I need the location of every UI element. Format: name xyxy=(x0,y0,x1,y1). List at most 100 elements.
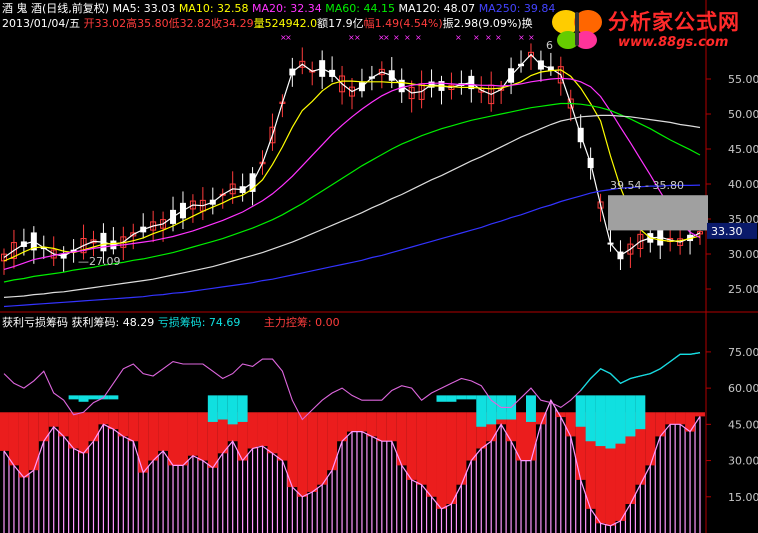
loss-chip-bar xyxy=(88,395,99,400)
profit-below-bar xyxy=(197,412,208,461)
profit-below-bar xyxy=(645,412,656,466)
loss-chip-bar xyxy=(456,395,467,400)
loss-chip-bar xyxy=(466,395,477,400)
loss-chip-bar xyxy=(436,395,447,402)
profit-below-bar xyxy=(108,412,119,430)
ma60-label: MA60: 44.15 xyxy=(325,2,395,15)
loss-chip-bar xyxy=(68,395,79,400)
chip-range-label: 39.54 - 35.80 xyxy=(610,179,684,192)
high-label: 高35.80 xyxy=(126,17,169,30)
profit-below-bar xyxy=(456,412,467,485)
profit-below-bar xyxy=(466,412,477,461)
signal-marker: × xyxy=(473,33,480,42)
chart-canvas[interactable]: 25.0030.0035.0040.0045.0050.0055.00×× × × ×… xyxy=(0,0,758,533)
control-chips-label: 主力控筹: 0.00 xyxy=(263,316,340,329)
ma120-label: MA120: 48.07 xyxy=(398,2,476,15)
loss-chip-bar xyxy=(635,395,646,430)
loss-chip-bar xyxy=(625,395,636,437)
period-label: (日线,前复权) xyxy=(42,2,110,15)
profit-below-bar xyxy=(695,412,705,417)
signal-marker: × xyxy=(285,33,292,42)
loss-chips-label: 亏损筹码: 74.69 xyxy=(157,316,241,329)
loss-chip-bar xyxy=(446,395,457,402)
indicator-axis-tick-label: 15.00 xyxy=(728,491,758,504)
low-price-annotation: —27.09 xyxy=(78,255,121,268)
profit-below-bar xyxy=(168,412,178,466)
loss-chip-bar xyxy=(217,395,228,420)
loss-chip-bar xyxy=(207,395,218,422)
loss-chip-bar xyxy=(575,395,586,427)
profit-below-bar xyxy=(446,412,457,505)
signal-marker: × xyxy=(495,33,502,42)
profit-below-bar xyxy=(247,412,258,449)
profit-below-bar xyxy=(277,412,288,461)
signal-marker: × xyxy=(383,33,390,42)
indicator-axis-tick-label: 60.00 xyxy=(728,382,758,395)
open-label: 开33.02 xyxy=(83,17,127,30)
profit-below-bar xyxy=(158,412,169,451)
profit-below-bar xyxy=(187,412,198,456)
logo-url: www.88gs.com xyxy=(618,35,729,50)
profit-below-bar xyxy=(8,412,19,466)
profit-below-bar xyxy=(565,412,576,437)
logo-title: 分析家公式网 xyxy=(608,10,740,34)
profit-below-bar xyxy=(287,412,298,488)
date-label: 2013/01/04/五 xyxy=(2,17,81,30)
profit-below-bar xyxy=(386,412,397,442)
indicator-header: 获利亏损筹码 获利筹码: 48.29 亏损筹码: 74.69 主力控筹: 0.0… xyxy=(2,316,340,329)
signal-marker: × xyxy=(485,33,492,42)
signal-marker: × xyxy=(354,33,361,42)
stock-name: 酒 鬼 酒 xyxy=(2,2,42,15)
low-label: 低32.82 xyxy=(168,17,212,30)
price-axis-tick-label: 50.00 xyxy=(728,108,758,121)
amplitude-label: 振2.98(9.09%) xyxy=(442,17,522,30)
amount-label: 额17.9亿 xyxy=(317,17,364,30)
loss-chip-bar xyxy=(526,395,536,422)
profit-below-bar xyxy=(48,412,59,427)
ma20-label: MA20: 32.34 xyxy=(252,2,322,15)
site-logo: 分析家公式网 www.88gs.com xyxy=(548,2,756,54)
price-header-row-1: 酒 鬼 酒(日线,前复权) MA5: 33.03 MA10: 32.58 MA2… xyxy=(2,2,555,15)
profit-below-bar xyxy=(178,412,188,466)
loss-chip-bar xyxy=(476,395,487,427)
indicator-axis-tick-label: 75.00 xyxy=(728,346,758,359)
close-label: 收34.29 xyxy=(211,17,254,30)
change-label: 幅1.49(4.54%) xyxy=(363,17,443,30)
price-axis-tick-label: 25.00 xyxy=(728,283,758,296)
loss-chip-bar xyxy=(605,395,616,449)
profit-below-bar xyxy=(426,412,437,497)
profit-below-bar xyxy=(78,412,89,454)
indicator-axis-tick-label: 45.00 xyxy=(728,418,758,431)
profit-below-bar xyxy=(337,412,348,442)
loss-chip-bar xyxy=(227,395,238,425)
profit-below-bar xyxy=(118,412,129,437)
price-axis-tick-label: 40.00 xyxy=(728,178,758,191)
profit-below-bar xyxy=(376,412,387,442)
profit-below-bar xyxy=(297,412,308,497)
loss-chip-line-recent xyxy=(580,352,701,391)
profit-chips-label: 获利筹码: 48.29 xyxy=(71,316,155,329)
profit-below-bar xyxy=(406,412,417,480)
chip-range-band xyxy=(608,195,708,231)
profit-below-bar xyxy=(98,412,109,425)
stock-chart-window: 25.00 30.00 35.00 40.00 45.00 50.00 55.00 × × × × ×… xyxy=(0,0,758,533)
signal-marker: × xyxy=(404,33,411,42)
profit-below-bar xyxy=(307,412,318,492)
signal-marker: × xyxy=(393,33,400,42)
profit-below-bar xyxy=(665,412,676,425)
price-axis-tick-label: 55.00 xyxy=(728,73,758,86)
ma-line-ma120 xyxy=(3,114,701,298)
butterfly-icon xyxy=(552,10,602,49)
profit-below-bar xyxy=(436,412,447,509)
profit-below-bar xyxy=(148,412,159,461)
profit-below-bar xyxy=(675,412,686,425)
signal-marker: × xyxy=(415,33,422,42)
profit-below-bar xyxy=(366,412,377,437)
profit-below-bar xyxy=(347,412,357,432)
loss-chip-bar xyxy=(78,395,89,402)
loss-chip-bar xyxy=(615,395,626,444)
signal-marker: × xyxy=(455,33,462,42)
price-axis-tick-label: 30.00 xyxy=(728,248,758,261)
turnover-label: 换 xyxy=(521,17,533,30)
profit-below-bar xyxy=(267,412,278,454)
